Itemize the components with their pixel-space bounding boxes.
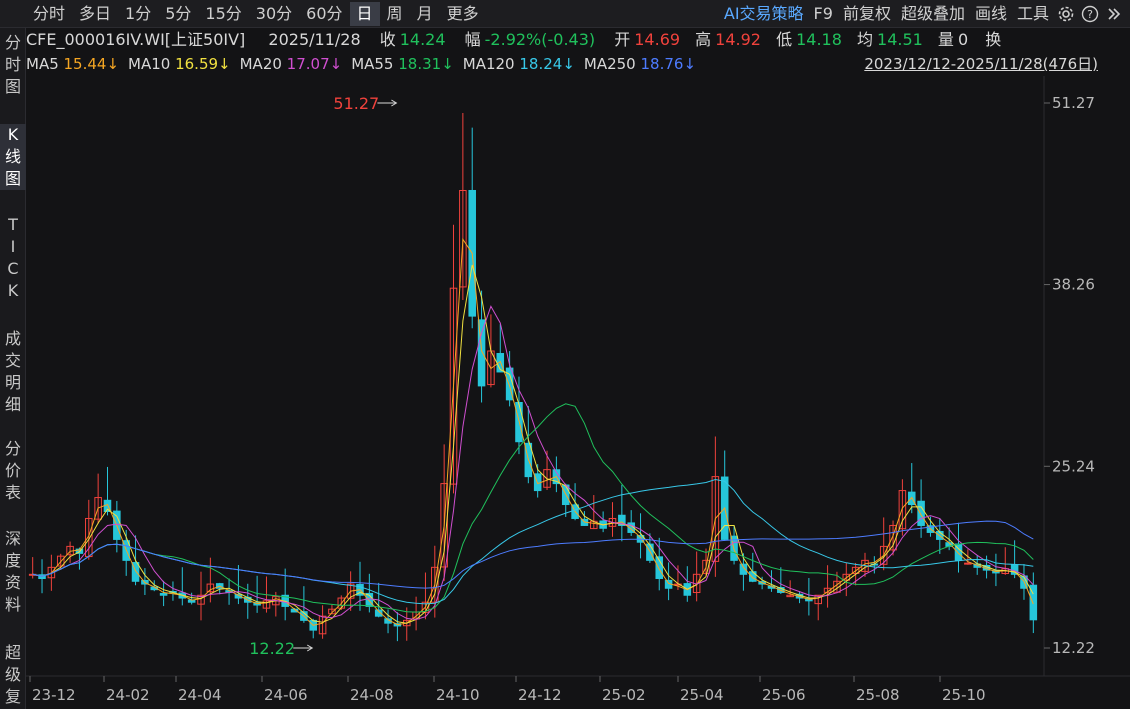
x-tick-label: 24-10 (436, 686, 480, 704)
fuquan-button[interactable]: 前复权 (838, 2, 896, 26)
period-tab-6[interactable]: 60分 (299, 2, 349, 26)
ma-legend-item-5: MA250 18.76↓ (584, 55, 696, 73)
candle-body (748, 571, 757, 582)
sidebar-tab-1[interactable]: K线图 (0, 124, 26, 190)
x-tick-label: 23-12 (32, 686, 76, 704)
f9-button[interactable]: F9 (809, 2, 838, 26)
x-tick-label: 24-02 (106, 686, 150, 704)
x-tick-label: 25-04 (680, 686, 724, 704)
low-value: 14.18 (796, 30, 842, 49)
y-tick-label: 38.26 (1052, 276, 1095, 294)
period-tab-8[interactable]: 周 (380, 2, 410, 26)
avg-label: 均 (857, 30, 874, 49)
expand-icon[interactable] (1102, 2, 1126, 26)
date-range-link[interactable]: 2023/12/12-2025/11/28(476日) (864, 52, 1098, 76)
volume-value: 0 (957, 30, 969, 49)
candle-body (159, 592, 168, 596)
close-label: 收 (379, 30, 396, 49)
ma-value: 18.31↓ (398, 55, 454, 73)
open-label: 开 (614, 30, 631, 49)
toolbar-right: AI交易策略 F9 前复权 超级叠加 画线 工具 ? (719, 2, 1126, 26)
ma-label: MA5 (26, 55, 64, 73)
candle-body (964, 562, 972, 565)
x-tick-label: 24-04 (178, 686, 222, 704)
x-tick-label: 24-08 (350, 686, 394, 704)
ma-legend: MA5 15.44↓ MA10 16.59↓ MA20 17.07↓ MA55 18.… (26, 55, 705, 73)
x-tick-label: 25-10 (942, 686, 986, 704)
ma-label: MA55 (351, 55, 399, 73)
tools-button[interactable]: 工具 (1012, 2, 1054, 26)
period-tab-2[interactable]: 1分 (118, 2, 158, 26)
period-tab-4[interactable]: 15分 (198, 2, 248, 26)
sidebar-tab-5[interactable]: 深度资料 (0, 528, 26, 616)
ma-legend-row: MA5 15.44↓ MA10 16.59↓ MA20 17.07↓ MA55 18.… (26, 52, 1130, 76)
sidebar-tab-4[interactable]: 分价表 (0, 438, 26, 504)
ma-legend-item-3: MA55 18.31↓ (351, 55, 454, 73)
max-value-label: 51.27 (333, 94, 379, 113)
ma-legend-item-4: MA120 18.24↓ (463, 55, 575, 73)
period-tab-9[interactable]: 月 (410, 2, 440, 26)
high-label: 高 (695, 30, 712, 49)
ma-legend-item-1: MA10 16.59↓ (128, 55, 231, 73)
period-tab-0[interactable]: 分时 (26, 2, 72, 26)
open-value: 14.69 (634, 30, 681, 49)
x-tick-label: 24-06 (264, 686, 308, 704)
symbol-label: CFE_000016IV.WI[上证50IV] (26, 30, 246, 49)
y-tick-label: 25.24 (1052, 457, 1095, 475)
y-tick-label: 51.27 (1052, 94, 1095, 112)
sidebar-tab-0[interactable]: 分时图 (0, 32, 26, 98)
quote-info-row: CFE_000016IV.WI[上证50IV] 2025/11/28 收 14.2… (26, 28, 1130, 52)
ma-label: MA250 (583, 55, 641, 73)
period-tabs: 分时 多日 1分 5分 15分 30分 60分日周月更多 (26, 2, 486, 26)
ma-value: 18.76↓ (640, 55, 697, 73)
change-value: -2.92%(-0.43) (484, 30, 596, 49)
sidebar-tab-2[interactable]: TICK (0, 214, 26, 302)
period-tab-10[interactable]: 更多 (440, 2, 486, 26)
candle-body (917, 500, 925, 526)
period-tab-5[interactable]: 30分 (249, 2, 299, 26)
svg-text:?: ? (1087, 8, 1093, 21)
top-toolbar: 分时 多日 1分 5分 15分 30分 60分日周月更多 AI交易策略 F9 前复权 超级叠… (0, 0, 1130, 28)
ma-label: MA120 (462, 55, 520, 73)
x-tick-label: 25-02 (602, 686, 646, 704)
change-label: 幅 (464, 30, 481, 49)
kline-chart[interactable]: 51.27 38.26 25.24 12.22 23-12 24-02 24-04 24-06… (26, 76, 1130, 709)
x-tick-label: 25-08 (856, 686, 900, 704)
x-tick-label: 24-12 (518, 686, 562, 704)
ma-value: 16.59↓ (175, 55, 231, 73)
sidebar-tab-3[interactable]: 成交明细 (0, 328, 26, 416)
turnover-label: 换 (985, 30, 1002, 49)
ma-value: 17.07↓ (286, 55, 343, 73)
low-label: 低 (776, 30, 793, 49)
avg-value: 14.51 (877, 30, 923, 49)
ma-label: MA20 (239, 55, 287, 73)
x-tick-label: 25-06 (762, 686, 806, 704)
ai-strategy-button[interactable]: AI交易策略 (719, 2, 809, 26)
help-icon[interactable]: ? (1078, 2, 1102, 26)
high-value: 14.92 (715, 30, 761, 49)
kline-chart-svg[interactable]: 51.27 38.26 25.24 12.22 23-12 24-02 24-04 24-06… (26, 76, 1130, 709)
quote-date: 2025/11/28 (268, 30, 361, 49)
ma-legend-item-2: MA20 17.07↓ (240, 55, 343, 73)
overlay-button[interactable]: 超级叠加 (896, 2, 970, 26)
sidebar-tab-6[interactable]: 超级复 (0, 642, 26, 708)
left-tab-bar: 分时图 K线图 TICK 成交明细分价表深度资料超级复 (0, 28, 26, 709)
period-tab-1[interactable]: 多日 (72, 2, 118, 26)
period-tab-7[interactable]: 日 (349, 2, 380, 26)
y-tick-label: 12.22 (1052, 639, 1095, 657)
close-value: 14.24 (399, 30, 446, 49)
draw-button[interactable]: 画线 (970, 2, 1012, 26)
ma-legend-item-0: MA5 15.44↓ (26, 55, 119, 73)
ma-value: 18.24↓ (519, 55, 575, 73)
period-tab-3[interactable]: 5分 (158, 2, 198, 26)
ma-value: 15.44↓ (63, 55, 120, 73)
volume-label: 量 (937, 30, 954, 49)
ma-label: MA10 (128, 55, 176, 73)
gear-icon[interactable] (1054, 2, 1078, 26)
min-value-label: 12.22 (249, 639, 295, 658)
